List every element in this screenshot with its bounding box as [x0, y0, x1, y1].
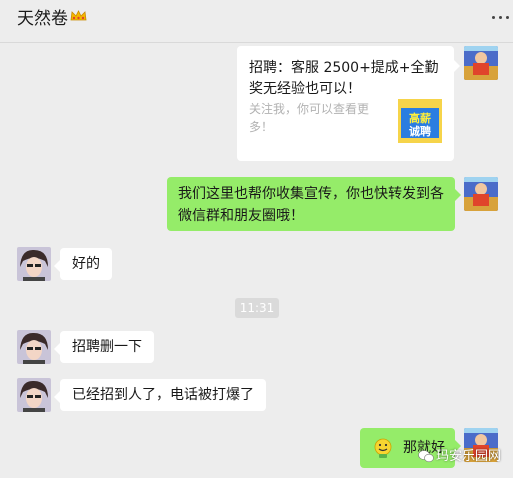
- message-text: 好的: [72, 256, 100, 272]
- watermark-text: 玛安乐园网: [436, 449, 502, 464]
- recruitment-card-message[interactable]: 招聘：客服 2500+提成+全勤奖无经验也可以！ 关注我，你可以查看更多！ 高薪…: [237, 46, 460, 161]
- card-thumbnail: 高薪 诚聘: [398, 99, 442, 143]
- contact-message-bubble[interactable]: 招聘删一下: [54, 331, 154, 363]
- smile-emoji-icon: [374, 438, 392, 458]
- self-avatar[interactable]: [464, 46, 498, 80]
- message-text: 已经招到人了，电话被打爆了: [72, 387, 254, 403]
- chat-header: 天然卷: [0, 0, 513, 43]
- message-text: 招聘删一下: [72, 339, 142, 355]
- contact-message-bubble[interactable]: 已经招到人了，电话被打爆了: [54, 379, 266, 411]
- card-description: 关注我，你可以查看更多！: [249, 102, 370, 134]
- self-avatar[interactable]: [464, 177, 498, 211]
- card-title: 招聘：客服 2500+提成+全勤奖无经验也可以！: [249, 60, 439, 97]
- contact-message-bubble[interactable]: 好的: [54, 248, 112, 280]
- contact-avatar[interactable]: [17, 378, 51, 412]
- chat-title-text: 天然卷: [17, 9, 68, 29]
- crown-icon: [70, 10, 87, 21]
- svg-text:诚聘: 诚聘: [409, 124, 431, 138]
- message-text: 我们这里也帮你收集宣传，你也快转发到各微信群和朋友圈哦！: [178, 186, 444, 224]
- timestamp: 11:31: [235, 298, 279, 318]
- more-dots-icon[interactable]: [492, 16, 510, 22]
- contact-avatar[interactable]: [17, 330, 51, 364]
- contact-avatar[interactable]: [17, 247, 51, 281]
- self-message-bubble[interactable]: 我们这里也帮你收集宣传，你也快转发到各微信群和朋友圈哦！: [167, 177, 461, 231]
- chat-title: 天然卷: [17, 7, 87, 31]
- wechat-watermark-icon: [418, 450, 434, 463]
- svg-text:高薪: 高薪: [409, 111, 431, 125]
